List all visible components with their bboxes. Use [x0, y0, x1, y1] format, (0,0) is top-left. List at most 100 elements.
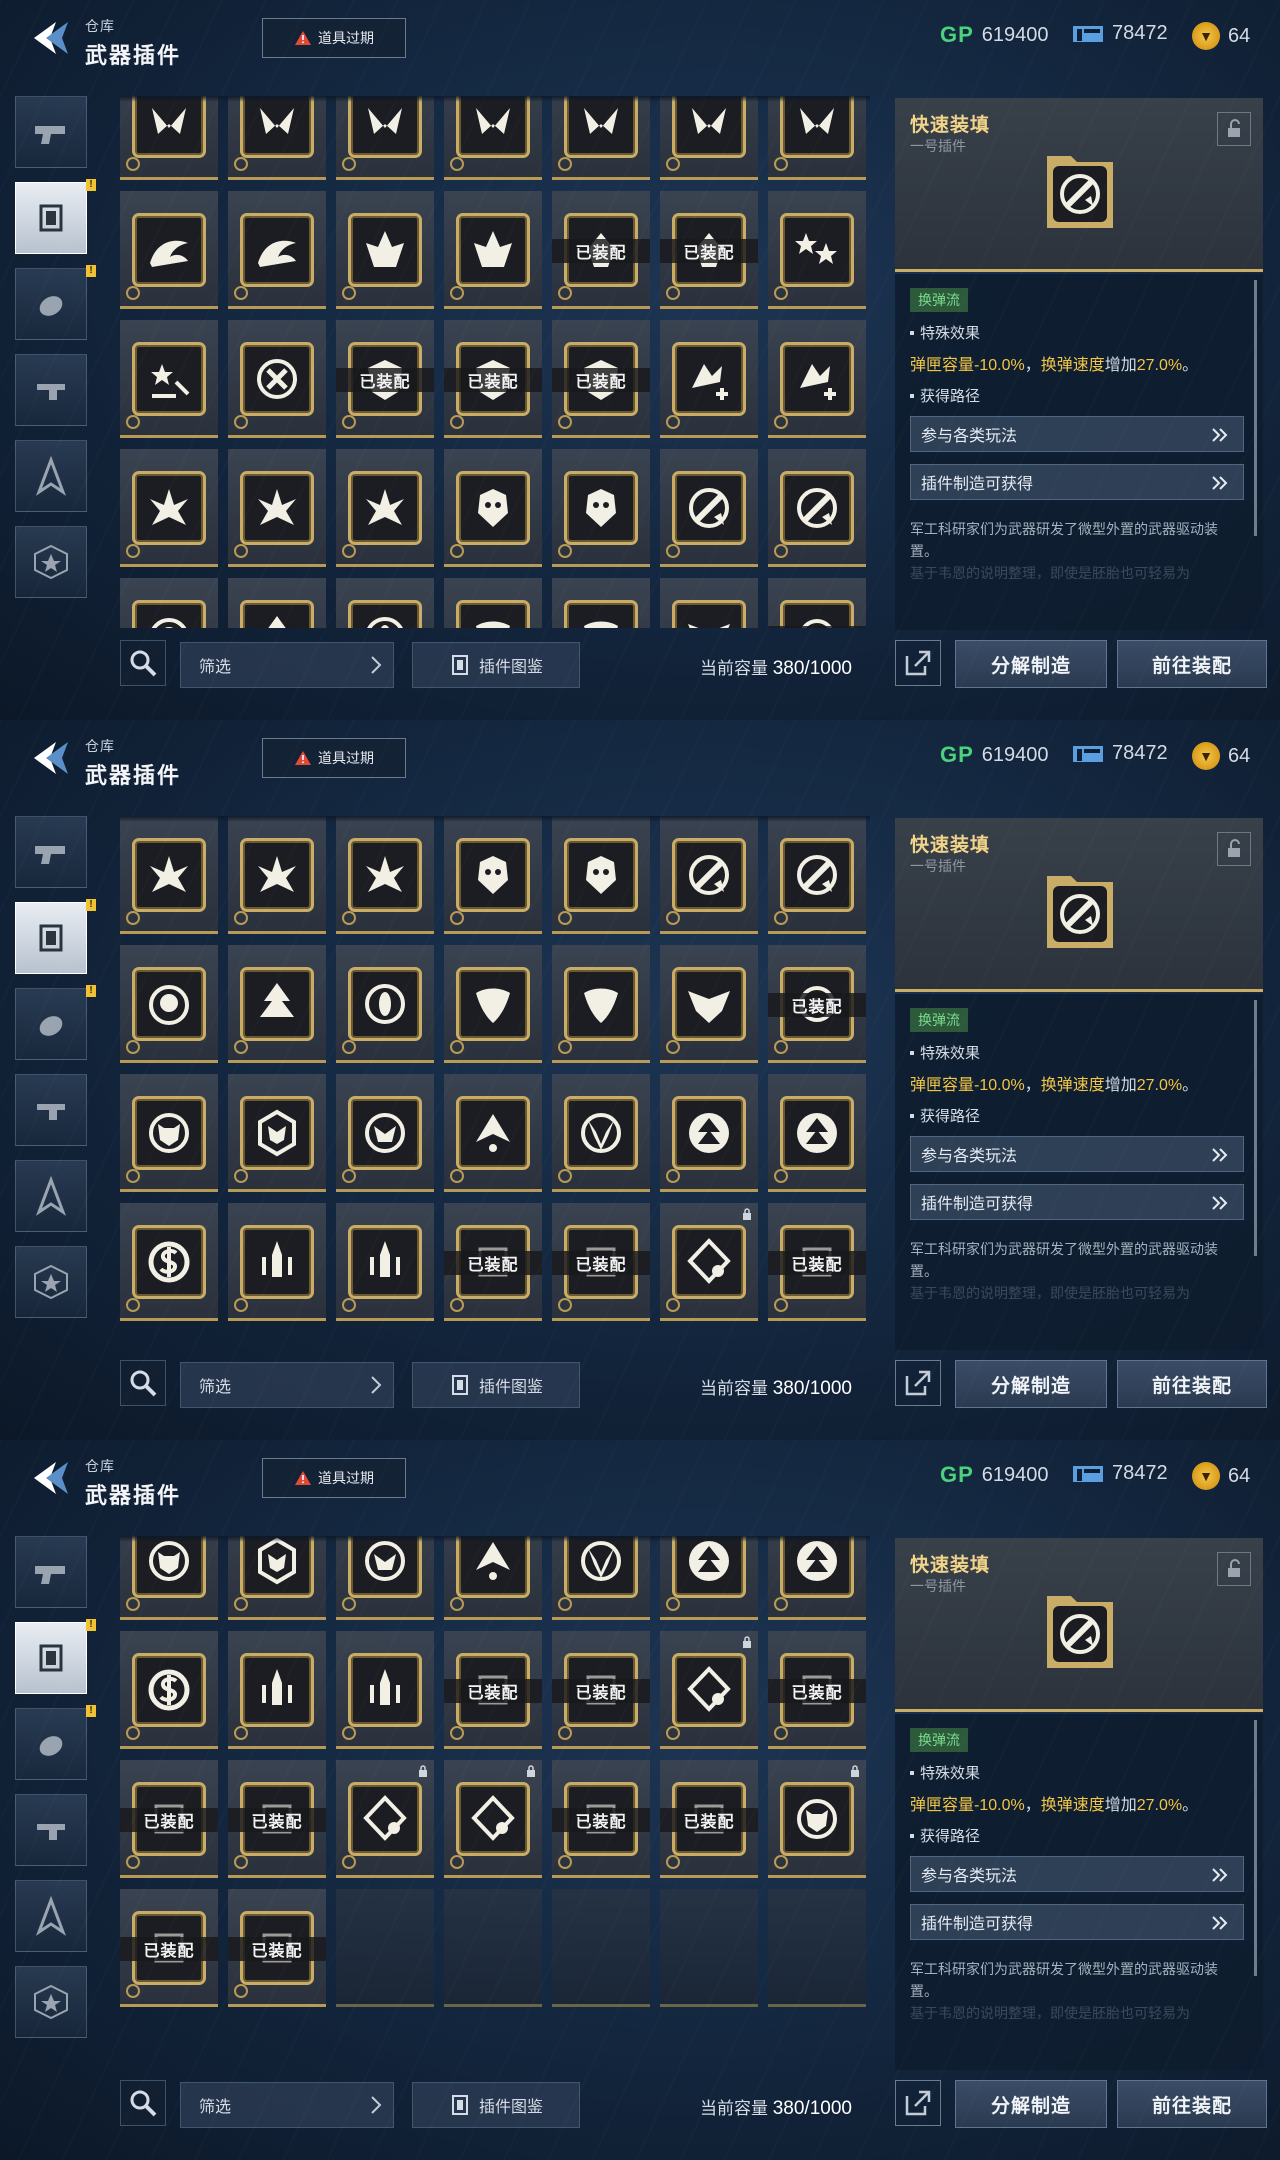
plugin-slot[interactable]: [444, 578, 542, 628]
plugin-slot[interactable]: [336, 1203, 434, 1321]
plugin-slot[interactable]: [660, 945, 758, 1063]
plugin-slot[interactable]: [768, 816, 866, 934]
search-button[interactable]: [120, 640, 166, 686]
plugin-slot[interactable]: [120, 96, 218, 180]
plugin-grid[interactable]: 已装配已装配已装配已装配已装配已装配: [120, 96, 870, 628]
plugin-slot[interactable]: [120, 1536, 218, 1620]
back-button[interactable]: [26, 20, 70, 56]
item-expire-button[interactable]: 道具过期: [262, 738, 406, 778]
plugin-slot[interactable]: [336, 578, 434, 628]
plugin-slot[interactable]: 已装配: [120, 1760, 218, 1878]
plugin-slot[interactable]: [444, 449, 542, 567]
plugin-slot[interactable]: [444, 96, 542, 180]
plugin-slot[interactable]: [228, 945, 326, 1063]
lock-toggle-button[interactable]: [1217, 832, 1251, 866]
category-tab-plugin-chip[interactable]: !: [15, 1619, 96, 1694]
decompose-button[interactable]: 分解制造: [955, 2080, 1107, 2128]
plugin-slot[interactable]: [768, 96, 866, 180]
plugin-slot[interactable]: 已装配: [552, 1760, 650, 1878]
plugin-slot[interactable]: [336, 816, 434, 934]
plugin-slot[interactable]: [768, 1074, 866, 1192]
plugin-slot[interactable]: [336, 96, 434, 180]
filter-button[interactable]: 筛选: [180, 2082, 394, 2128]
plugin-codex-button[interactable]: 插件图鉴: [412, 642, 580, 688]
plugin-slot[interactable]: 已装配: [552, 320, 650, 438]
route-crafting-button[interactable]: 插件制造可获得: [910, 1904, 1244, 1940]
category-tab-rifle-part[interactable]: [15, 1794, 87, 1866]
category-tab-compass[interactable]: [15, 1880, 87, 1952]
detail-body[interactable]: 换弹流 特殊效果 弹匣容量-10.0%，换弹速度增加27.0%。 获得路径 参与…: [895, 994, 1263, 1350]
search-button[interactable]: [120, 2080, 166, 2126]
detail-body[interactable]: 换弹流 特殊效果 弹匣容量-10.0%，换弹速度增加27.0%。 获得路径 参与…: [895, 1714, 1263, 2070]
category-tab-grenade[interactable]: !: [15, 265, 96, 340]
item-expire-button[interactable]: 道具过期: [262, 18, 406, 58]
plugin-slot[interactable]: [444, 1536, 542, 1620]
plugin-slot[interactable]: [228, 96, 326, 180]
plugin-slot[interactable]: [336, 1760, 434, 1878]
plugin-slot[interactable]: 已装配: [336, 320, 434, 438]
category-tab-star-badge[interactable]: [15, 1246, 87, 1318]
route-crafting-button[interactable]: 插件制造可获得: [910, 1184, 1244, 1220]
plugin-slot[interactable]: [660, 1631, 758, 1749]
plugin-slot[interactable]: 已装配: [660, 191, 758, 309]
plugin-slot[interactable]: [552, 449, 650, 567]
plugin-slot[interactable]: [444, 191, 542, 309]
plugin-slot[interactable]: [552, 578, 650, 628]
route-crafting-button[interactable]: 插件制造可获得: [910, 464, 1244, 500]
share-button[interactable]: [895, 1360, 941, 1406]
category-tab-pistol[interactable]: [15, 96, 87, 168]
plugin-slot[interactable]: 已装配: [444, 1631, 542, 1749]
back-button[interactable]: [26, 1460, 70, 1496]
plugin-slot[interactable]: [768, 449, 866, 567]
route-gameplay-button[interactable]: 参与各类玩法: [910, 416, 1244, 452]
plugin-slot[interactable]: [336, 945, 434, 1063]
plugin-slot[interactable]: 已装配: [552, 191, 650, 309]
plugin-slot[interactable]: [444, 1074, 542, 1192]
plugin-slot[interactable]: [228, 1074, 326, 1192]
plugin-slot[interactable]: [228, 1203, 326, 1321]
plugin-slot[interactable]: [336, 191, 434, 309]
plugin-slot[interactable]: [768, 191, 866, 309]
go-equip-button[interactable]: 前往装配: [1117, 1360, 1267, 1408]
plugin-slot[interactable]: 已装配: [768, 1203, 866, 1321]
plugin-slot[interactable]: [444, 945, 542, 1063]
plugin-slot[interactable]: 已装配: [444, 320, 542, 438]
plugin-slot[interactable]: 已装配: [552, 1203, 650, 1321]
share-button[interactable]: [895, 640, 941, 686]
category-tab-star-badge[interactable]: [15, 526, 87, 598]
search-button[interactable]: [120, 1360, 166, 1406]
plugin-slot[interactable]: [228, 320, 326, 438]
plugin-slot[interactable]: [120, 1631, 218, 1749]
category-tab-plugin-chip[interactable]: !: [15, 899, 96, 974]
plugin-slot[interactable]: 已装配: [660, 1760, 758, 1878]
plugin-slot[interactable]: [660, 96, 758, 180]
plugin-slot[interactable]: 已装配: [444, 1203, 542, 1321]
category-tab-star-badge[interactable]: [15, 1966, 87, 2038]
plugin-slot[interactable]: [228, 449, 326, 567]
plugin-slot[interactable]: [336, 449, 434, 567]
plugin-slot[interactable]: 已装配: [768, 1631, 866, 1749]
category-tab-grenade[interactable]: !: [15, 985, 96, 1060]
plugin-slot[interactable]: [336, 1631, 434, 1749]
plugin-slot[interactable]: 已装配: [120, 1889, 218, 2007]
plugin-slot[interactable]: [552, 96, 650, 180]
detail-body[interactable]: 换弹流 特殊效果 弹匣容量-10.0%，换弹速度增加27.0%。 获得路径 参与…: [895, 274, 1263, 630]
plugin-slot[interactable]: [768, 1536, 866, 1620]
category-tab-grenade[interactable]: !: [15, 1705, 96, 1780]
category-tab-compass[interactable]: [15, 1160, 87, 1232]
share-button[interactable]: [895, 2080, 941, 2126]
category-tab-plugin-chip[interactable]: !: [15, 179, 96, 254]
item-expire-button[interactable]: 道具过期: [262, 1458, 406, 1498]
plugin-slot[interactable]: [552, 945, 650, 1063]
plugin-slot[interactable]: 已装配: [228, 1760, 326, 1878]
category-tab-pistol[interactable]: [15, 1536, 87, 1608]
plugin-slot[interactable]: [660, 1203, 758, 1321]
plugin-slot[interactable]: [228, 578, 326, 628]
plugin-codex-button[interactable]: 插件图鉴: [412, 2082, 580, 2128]
plugin-slot[interactable]: [660, 578, 758, 628]
filter-button[interactable]: 筛选: [180, 1362, 394, 1408]
plugin-slot[interactable]: [120, 816, 218, 934]
go-equip-button[interactable]: 前往装配: [1117, 2080, 1267, 2128]
plugin-slot[interactable]: [228, 816, 326, 934]
plugin-slot[interactable]: [660, 449, 758, 567]
